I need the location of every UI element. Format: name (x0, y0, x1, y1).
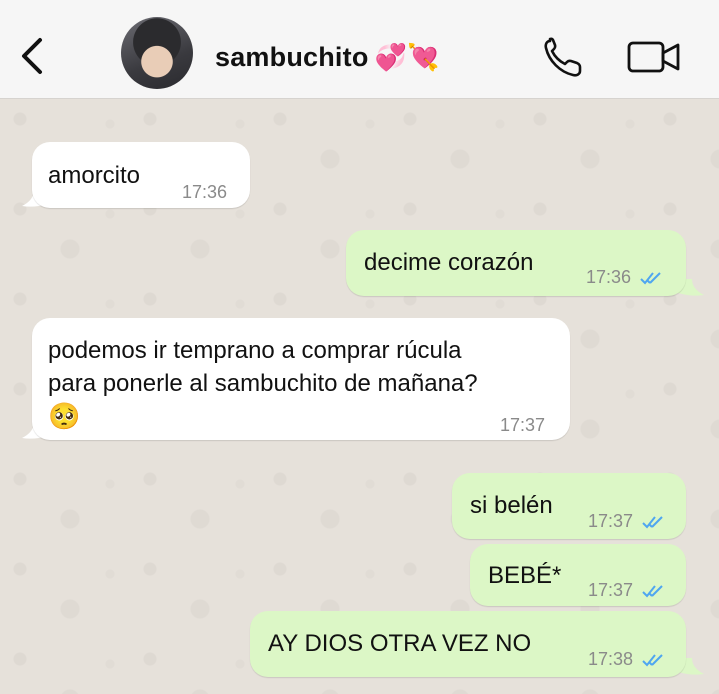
message-text: BEBÉ* (488, 562, 562, 589)
chat-area[interactable]: amorcito 17:36 decime corazón 17:36 pode… (0, 99, 719, 694)
message-bubble-incoming[interactable]: podemos ir temprano a comprar rúcula par… (32, 318, 570, 440)
message-text: amorcito (48, 162, 141, 189)
message-time: 17:37 (588, 580, 634, 600)
message-line: podemos ir temprano a comprar rúcula (48, 337, 462, 364)
message-bubble-outgoing[interactable]: BEBÉ* 17:37 (470, 544, 686, 606)
message-bubble-outgoing[interactable]: si belén 17:37 (452, 473, 686, 539)
double-check-read-icon (640, 272, 661, 285)
message-time-with-status: 17:38 (588, 643, 668, 676)
video-camera-icon[interactable] (627, 40, 681, 74)
message-time-with-status: 17:37 (588, 574, 668, 607)
message-text: si belén (470, 492, 553, 519)
contact-name[interactable]: sambuchito 💞💘 (215, 42, 440, 73)
message-line: para ponerle al sambuchito de mañana? (48, 370, 478, 397)
pleading-face-emoji: 🥺 (48, 401, 81, 431)
contact-name-text: sambuchito (215, 42, 369, 72)
double-check-read-icon (642, 585, 663, 598)
message-time: 17:37 (588, 511, 634, 531)
message-time: 17:38 (588, 649, 634, 669)
back-arrow-icon[interactable] (14, 34, 48, 78)
message-time-with-status: 17:37 (588, 505, 668, 538)
message-bubble-outgoing[interactable]: AY DIOS OTRA VEZ NO 17:38 (250, 611, 686, 677)
message-time: 17:37 (500, 415, 546, 435)
message-time: 17:36 (586, 267, 632, 287)
phone-icon[interactable] (542, 37, 586, 79)
message-time: 17:36 (182, 182, 228, 202)
double-check-read-icon (642, 654, 663, 667)
message-time-with-status: 17:36 (586, 261, 666, 294)
message-text: AY DIOS OTRA VEZ NO (268, 630, 532, 657)
contact-name-emoji: 💞💘 (374, 42, 440, 72)
chat-header: sambuchito 💞💘 (0, 0, 719, 99)
message-text: decime corazón (364, 249, 534, 276)
message-bubble-incoming[interactable]: amorcito 17:36 (32, 142, 250, 208)
message-text-block: podemos ir temprano a comprar rúcula par… (48, 334, 478, 433)
contact-avatar[interactable] (121, 17, 193, 89)
message-bubble-outgoing[interactable]: decime corazón 17:36 (346, 230, 686, 296)
double-check-read-icon (642, 516, 663, 529)
